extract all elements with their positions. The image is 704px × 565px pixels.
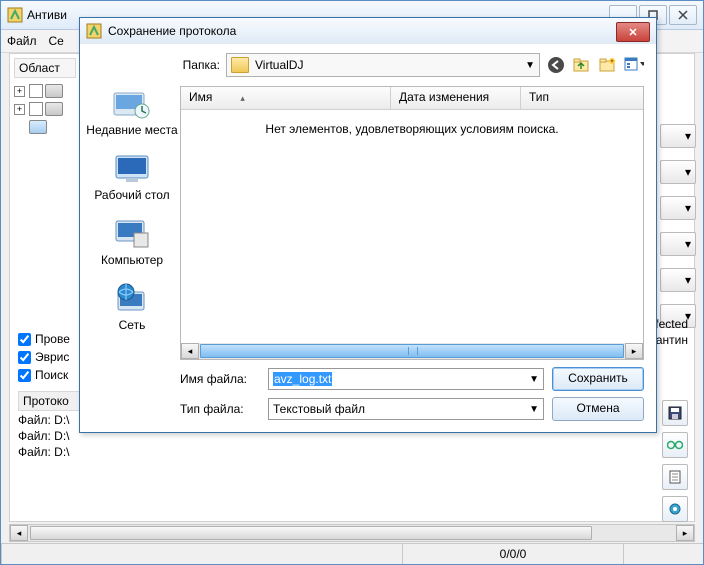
menu-item[interactable]: Се	[49, 34, 64, 48]
menu-file[interactable]: Файл	[7, 34, 37, 48]
column-type[interactable]: Тип	[521, 87, 643, 109]
scroll-right-icon[interactable]: ▸	[625, 343, 643, 359]
check-option[interactable]: Прове	[18, 330, 70, 348]
place-label: Сеть	[86, 319, 178, 332]
place-network[interactable]: Сеть	[86, 281, 178, 332]
filename-value: avz_log.txt	[273, 372, 332, 386]
log-line: Файл: D:\	[18, 428, 70, 444]
status-count: 0/0/0	[402, 544, 623, 564]
options-checks: Прове Эврис Поиск	[18, 330, 70, 384]
dropdown[interactable]: ▾	[660, 124, 696, 148]
scan-area-group: Област	[14, 58, 76, 78]
document-icon[interactable]	[662, 464, 688, 490]
scroll-left-icon[interactable]: ◂	[181, 343, 199, 359]
dropdown[interactable]: ▾	[660, 232, 696, 256]
checkbox[interactable]	[18, 351, 31, 364]
expand-icon[interactable]: +	[14, 86, 25, 97]
filetype-value: Текстовый файл	[273, 402, 365, 416]
tree-item[interactable]	[14, 118, 76, 136]
cancel-button[interactable]: Отмена	[552, 397, 644, 421]
filename-input[interactable]: avz_log.txt ▼	[268, 368, 544, 390]
expand-icon[interactable]: +	[14, 104, 25, 115]
folder-icon	[231, 57, 249, 73]
status-snippet: fected антин	[655, 316, 688, 348]
place-label: Рабочий стол	[86, 189, 178, 202]
checkbox[interactable]	[18, 369, 31, 382]
scroll-thumb[interactable]	[200, 344, 624, 358]
chevron-down-icon: ▼	[525, 60, 535, 71]
app-icon	[7, 7, 23, 23]
list-scrollbar[interactable]: ◂ ▸	[181, 343, 643, 359]
right-dropdowns: ▾ ▾ ▾ ▾ ▾ ▾	[660, 124, 696, 340]
side-toolbar	[662, 400, 688, 528]
save-icon[interactable]	[662, 400, 688, 426]
check-option[interactable]: Поиск	[18, 366, 70, 384]
glasses-icon[interactable]	[662, 432, 688, 458]
filetype-dropdown[interactable]: Текстовый файл ▼	[268, 398, 544, 420]
column-date[interactable]: Дата изменения	[391, 87, 521, 109]
places-bar: Недавние места Рабочий стол Компьютер Се…	[86, 86, 178, 346]
save-button[interactable]: Сохранить	[552, 367, 644, 391]
place-label: Недавние места	[86, 124, 178, 137]
settings-icon[interactable]	[662, 496, 688, 522]
protocol-label: Протоко	[18, 391, 88, 411]
empty-message: Нет элементов, удовлетворяющих условиям …	[181, 122, 643, 136]
folder-label: Папка:	[176, 58, 220, 72]
status-bar: 0/0/0	[1, 543, 703, 564]
list-header: Имя Дата изменения Тип	[181, 87, 643, 110]
dropdown[interactable]: ▾	[660, 160, 696, 184]
file-list[interactable]: Имя Дата изменения Тип Нет элементов, уд…	[180, 86, 644, 360]
dialog-close-button[interactable]: ✕	[616, 22, 650, 42]
drive-icon	[45, 102, 63, 116]
filetype-label: Тип файла:	[180, 402, 260, 416]
place-label: Компьютер	[86, 254, 178, 267]
place-computer[interactable]: Компьютер	[86, 216, 178, 267]
checkbox[interactable]	[29, 84, 43, 98]
main-title-text: Антиви	[27, 8, 67, 22]
dropdown[interactable]: ▾	[660, 196, 696, 220]
place-desktop[interactable]: Рабочий стол	[86, 151, 178, 202]
horizontal-scrollbar[interactable]: ◂ ▸	[9, 524, 695, 542]
chevron-down-icon[interactable]: ▼	[529, 404, 539, 415]
scroll-right-icon[interactable]: ▸	[676, 525, 694, 541]
chevron-down-icon[interactable]: ▼	[529, 374, 539, 385]
column-name[interactable]: Имя	[181, 87, 391, 109]
svg-text:✦: ✦	[609, 58, 614, 65]
folder-dropdown[interactable]: VirtualDJ ▼	[226, 53, 540, 77]
dialog-titlebar[interactable]: Сохранение протокола ✕	[80, 18, 656, 45]
log-line: Файл: D:\	[18, 444, 70, 460]
scroll-thumb[interactable]	[30, 526, 592, 540]
drive-icon	[29, 120, 47, 134]
back-icon[interactable]	[546, 55, 566, 75]
dialog-title-text: Сохранение протокола	[108, 24, 236, 38]
view-menu-icon[interactable]	[624, 55, 644, 75]
up-folder-icon[interactable]	[572, 55, 592, 75]
log-line: Файл: D:\	[18, 412, 70, 428]
drive-icon	[45, 84, 63, 98]
place-recent[interactable]: Недавние места	[86, 86, 178, 137]
folder-name: VirtualDJ	[255, 58, 303, 72]
dropdown[interactable]: ▾	[660, 268, 696, 292]
tree-item[interactable]: +	[14, 100, 76, 118]
main-window: Антиви Файл Се Област + + Прове Эврис По…	[0, 0, 704, 565]
close-button[interactable]	[669, 5, 697, 25]
scroll-left-icon[interactable]: ◂	[10, 525, 28, 541]
checkbox[interactable]	[18, 333, 31, 346]
checkbox[interactable]	[29, 102, 43, 116]
app-icon	[86, 23, 102, 39]
tree-item[interactable]: +	[14, 82, 76, 100]
log-lines: Файл: D:\ Файл: D:\ Файл: D:\	[18, 412, 70, 460]
check-option[interactable]: Эврис	[18, 348, 70, 366]
save-dialog: Сохранение протокола ✕ Папка: VirtualDJ …	[79, 17, 657, 433]
filename-label: Имя файла:	[180, 372, 260, 386]
new-folder-icon[interactable]: ✦	[598, 55, 618, 75]
